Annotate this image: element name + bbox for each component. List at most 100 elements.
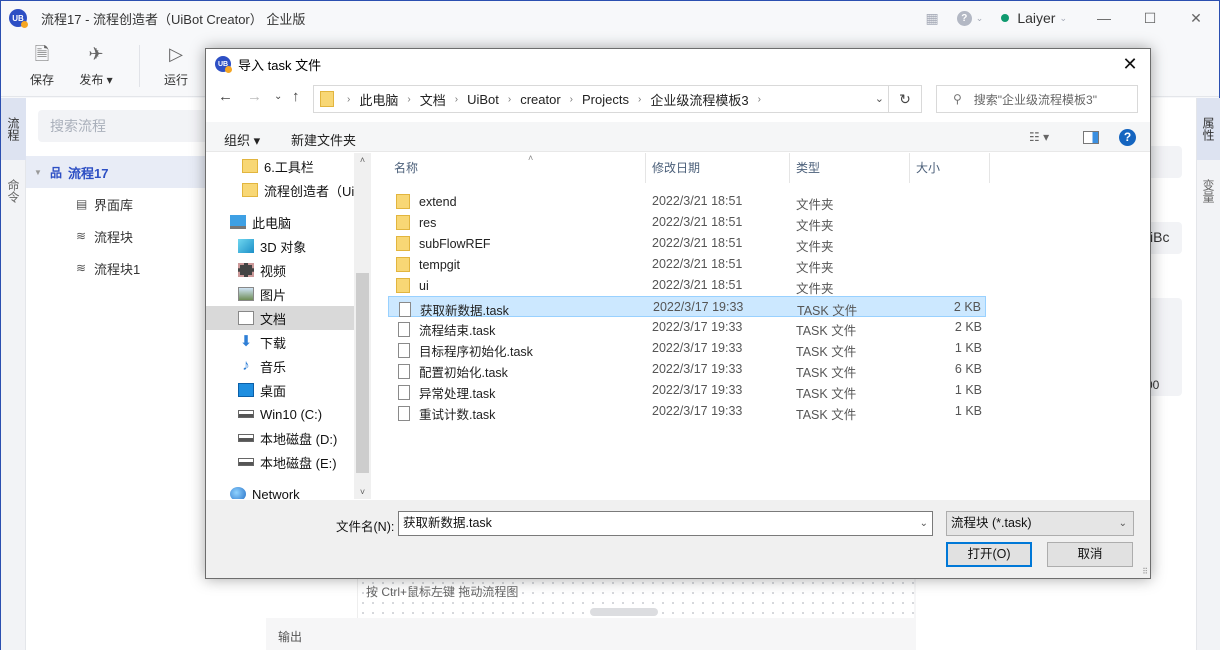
new-folder-button[interactable]: 新建文件夹 bbox=[291, 130, 356, 149]
file-row[interactable]: 配置初始化.task 2022/3/17 19:33 TASK 文件 6 KB bbox=[388, 359, 986, 380]
help-menu[interactable]: ? ⌄ bbox=[956, 10, 983, 26]
resize-grip-icon[interactable]: ⠿ bbox=[1142, 567, 1148, 576]
file-date: 2022/3/17 19:33 bbox=[653, 300, 744, 314]
filename-input[interactable]: 获取新数据.task ⌄ bbox=[398, 511, 933, 536]
nav-item-videos[interactable]: 视频 bbox=[206, 258, 354, 282]
scrollbar-thumb[interactable] bbox=[356, 273, 369, 473]
forward-button[interactable]: → bbox=[247, 88, 262, 105]
close-window-button[interactable]: ✕ bbox=[1173, 10, 1219, 27]
file-name-cell: 重试计数.task bbox=[396, 404, 495, 423]
caret-down-icon[interactable]: ▼ bbox=[34, 168, 50, 177]
crumb-separator[interactable]: › bbox=[638, 94, 641, 105]
canvas-horizontal-scrollbar[interactable] bbox=[590, 608, 658, 616]
file-type-filter-select[interactable]: 流程块 (*.task) ⌄ bbox=[946, 511, 1134, 536]
nav-item-label: 6.工具栏 bbox=[264, 159, 314, 175]
file-row[interactable]: 获取新数据.task 2022/3/17 19:33 TASK 文件 2 KB bbox=[388, 296, 986, 318]
user-menu[interactable]: Laiyer ⌄ bbox=[1001, 10, 1067, 26]
file-row[interactable]: ui 2022/3/21 18:51 文件夹 bbox=[388, 275, 986, 296]
file-row[interactable]: 重试计数.task 2022/3/17 19:33 TASK 文件 1 KB bbox=[388, 401, 986, 422]
file-row[interactable]: 流程结束.task 2022/3/17 19:33 TASK 文件 2 KB bbox=[388, 317, 986, 338]
address-bar[interactable]: › 此电脑 › 文档 › UiBot › creator › Projects … bbox=[313, 85, 889, 113]
nav-item-this-pc[interactable]: 此电脑 bbox=[206, 210, 354, 234]
breadcrumb-uibot[interactable]: UiBot bbox=[467, 92, 499, 107]
publish-button[interactable]: ✈ 发布 ▾ bbox=[71, 41, 121, 88]
nav-item-toolbar-folder[interactable]: 6.工具栏 bbox=[206, 154, 354, 178]
network-globe-icon bbox=[230, 487, 246, 499]
nav-item-documents[interactable]: 文档 bbox=[206, 306, 354, 330]
file-type: 文件夹 bbox=[796, 261, 834, 275]
minimize-button[interactable]: — bbox=[1081, 10, 1127, 26]
output-panel-label[interactable]: 输出 bbox=[278, 628, 302, 645]
file-size: 2 KB bbox=[954, 320, 982, 334]
refresh-button[interactable]: ↻ bbox=[889, 85, 922, 113]
view-options-button[interactable]: ☷ ▾ bbox=[1029, 130, 1049, 144]
dialog-title-bar: UB 导入 task 文件 ✕ bbox=[206, 49, 1150, 79]
nav-item-downloads[interactable]: ⬇ 下载 bbox=[206, 330, 354, 354]
crumb-separator[interactable]: › bbox=[508, 94, 511, 105]
scroll-down-arrow[interactable]: ˅ bbox=[354, 487, 371, 497]
file-row[interactable]: subFlowREF 2022/3/21 18:51 文件夹 bbox=[388, 233, 986, 254]
scroll-up-arrow[interactable]: ˄ bbox=[354, 155, 371, 165]
crumb-separator[interactable]: › bbox=[758, 94, 761, 105]
file-name: subFlowREF bbox=[419, 236, 491, 251]
breadcrumb-creator[interactable]: creator bbox=[520, 92, 560, 107]
nav-item-music[interactable]: ♪ 音乐 bbox=[206, 354, 354, 378]
address-history-dropdown[interactable]: ⌄ bbox=[875, 92, 884, 105]
breadcrumb-template[interactable]: 企业级流程模板3 bbox=[650, 90, 748, 109]
nav-item-drive-d[interactable]: 本地磁盘 (D:) bbox=[206, 426, 354, 450]
help-button[interactable]: ? bbox=[1119, 129, 1136, 146]
column-header-date[interactable]: 修改日期 bbox=[646, 153, 790, 183]
nav-item-desktop[interactable]: 桌面 bbox=[206, 378, 354, 402]
nav-item-uibot-folder[interactable]: 流程创造者（UiBot Creator） bbox=[206, 178, 354, 202]
open-button[interactable]: 打开(O) bbox=[946, 542, 1032, 567]
run-button[interactable]: ▷ 运行 bbox=[151, 41, 201, 88]
tab-variables[interactable]: 变量 bbox=[1197, 160, 1220, 222]
nav-item-pictures[interactable]: 图片 bbox=[206, 282, 354, 306]
cancel-button[interactable]: 取消 bbox=[1047, 542, 1133, 567]
organize-button[interactable]: 组织 ▾ bbox=[224, 130, 260, 149]
nav-item-drive-e[interactable]: 本地磁盘 (E:) bbox=[206, 450, 354, 474]
tab-commands[interactable]: 命令 bbox=[1, 160, 26, 222]
command-bar: 组织 ▾ 新建文件夹 ☷ ▾ ? bbox=[206, 122, 1150, 152]
up-button[interactable]: ↑ bbox=[292, 88, 300, 105]
crumb-separator[interactable]: › bbox=[455, 94, 458, 105]
save-button[interactable]: 🗎 保存 bbox=[17, 41, 67, 88]
file-row[interactable]: tempgit 2022/3/21 18:51 文件夹 bbox=[388, 254, 986, 275]
column-header-size[interactable]: 大小 bbox=[910, 153, 990, 183]
file-row[interactable]: res 2022/3/21 18:51 文件夹 bbox=[388, 212, 986, 233]
nav-item-label: 本地磁盘 (E:) bbox=[260, 455, 337, 471]
apps-icon[interactable]: ▦ bbox=[926, 10, 939, 27]
file-row[interactable]: 异常处理.task 2022/3/17 19:33 TASK 文件 1 KB bbox=[388, 380, 986, 401]
run-label: 运行 bbox=[163, 73, 188, 87]
tab-properties[interactable]: 属性 bbox=[1197, 98, 1220, 160]
back-button[interactable]: ← bbox=[218, 88, 233, 105]
crumb-separator[interactable]: › bbox=[407, 94, 410, 105]
folder-search-input[interactable]: ⚲ 搜索"企业级流程模板3" bbox=[936, 85, 1138, 113]
app-logo-icon: UB bbox=[215, 56, 232, 73]
breadcrumb-projects[interactable]: Projects bbox=[582, 92, 629, 107]
nav-item-3d-objects[interactable]: 3D 对象 bbox=[206, 234, 354, 258]
recent-locations-button[interactable]: ⌄ bbox=[274, 91, 282, 102]
file-row[interactable]: 目标程序初始化.task 2022/3/17 19:33 TASK 文件 1 KB bbox=[388, 338, 986, 359]
navigation-pane: 6.工具栏 流程创造者（UiBot Creator） 此电脑 3D 对象 视频 … bbox=[206, 153, 371, 499]
tab-flow[interactable]: 流程 bbox=[1, 98, 26, 160]
nav-pane-scrollbar[interactable]: ˄ ˅ bbox=[354, 153, 371, 499]
crumb-separator[interactable]: › bbox=[347, 94, 350, 105]
preview-pane-button[interactable] bbox=[1083, 131, 1099, 144]
column-label: 名称 bbox=[394, 161, 419, 175]
chevron-down-icon: ⌄ bbox=[1118, 518, 1127, 529]
nav-item-network[interactable]: Network bbox=[206, 482, 354, 499]
flow-canvas[interactable]: 按 Ctrl+鼠标左键 拖动流程图 bbox=[358, 578, 914, 618]
chevron-down-icon[interactable]: ⌄ bbox=[920, 512, 928, 535]
file-row[interactable]: extend 2022/3/21 18:51 文件夹 bbox=[388, 191, 986, 212]
column-header-name[interactable]: 名称 ˄ bbox=[388, 153, 646, 183]
breadcrumb-documents[interactable]: 文档 bbox=[420, 90, 446, 109]
folder-icon bbox=[242, 183, 258, 197]
maximize-button[interactable]: ☐ bbox=[1127, 10, 1173, 27]
dialog-close-button[interactable]: ✕ bbox=[1118, 54, 1142, 75]
breadcrumb-this-pc[interactable]: 此电脑 bbox=[359, 90, 398, 109]
crumb-separator[interactable]: › bbox=[570, 94, 573, 105]
nav-item-drive-c[interactable]: Win10 (C:) bbox=[206, 402, 354, 426]
column-header-type[interactable]: 类型 bbox=[790, 153, 910, 183]
file-type: TASK 文件 bbox=[796, 366, 857, 380]
